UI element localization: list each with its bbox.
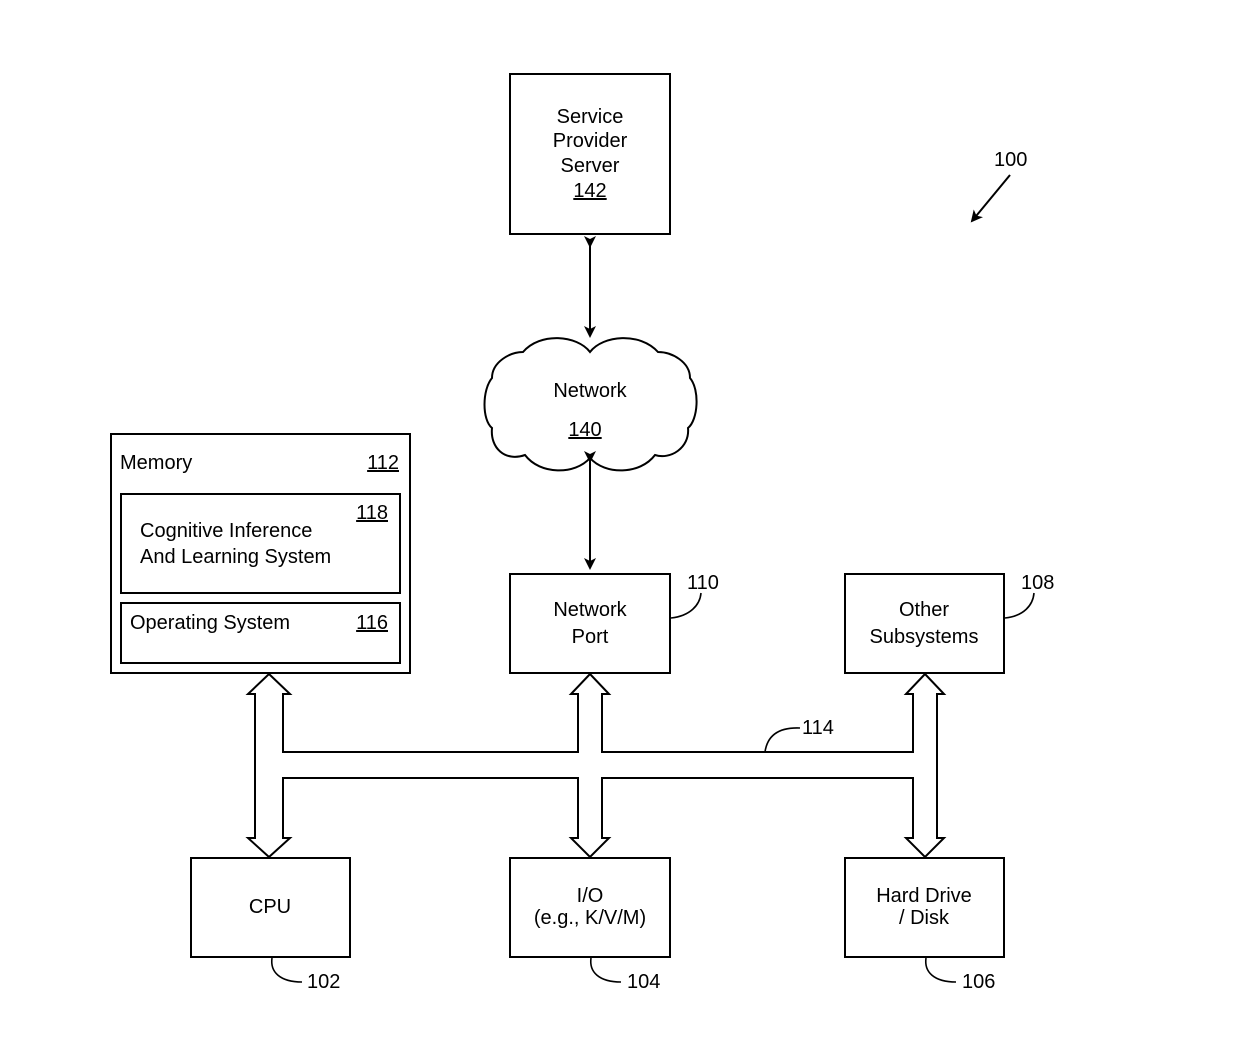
network-ref: 140 xyxy=(568,419,601,441)
other-subsystems-node: Other Subsystems 108 xyxy=(844,572,1054,674)
io-leader xyxy=(590,957,622,983)
memory-ref: 112 xyxy=(367,452,399,474)
operating-system-ref: 116 xyxy=(356,612,388,634)
hard-drive-label-line-2: / Disk xyxy=(899,907,950,929)
cpu-leader xyxy=(271,957,303,983)
cpu-ref: 102 xyxy=(307,971,340,993)
system-diagram: 100 Service Provider Server 142 Network … xyxy=(110,73,1054,993)
other-subsystems-box xyxy=(844,573,1005,674)
network-port-label-line-2: Port xyxy=(572,626,609,648)
service-provider-server-node: Service Provider Server 142 xyxy=(509,73,671,235)
network-port-ref: 110 xyxy=(687,572,719,594)
network-cloud-shape xyxy=(483,337,698,472)
hard-drive-node: Hard Drive / Disk 106 xyxy=(844,857,1005,993)
network-node: Network 140 xyxy=(483,337,698,472)
server-label-line-2: Provider xyxy=(553,130,628,152)
io-node: I/O (e.g., K/V/M) 104 xyxy=(509,857,671,993)
hard-drive-leader xyxy=(925,957,957,983)
cpu-label: CPU xyxy=(249,896,291,918)
figure-ref-label: 100 xyxy=(994,149,1027,171)
io-label-line-1: I/O xyxy=(577,885,604,907)
other-subsystems-label-line-1: Other xyxy=(899,599,949,621)
operating-system-label: Operating System xyxy=(130,612,290,634)
hard-drive-ref: 106 xyxy=(962,971,995,993)
io-label-line-2: (e.g., K/V/M) xyxy=(534,907,646,929)
server-label-line-1: Service xyxy=(557,106,624,128)
memory-node: Memory 112 118 Cognitive Inference And L… xyxy=(110,433,411,674)
figure-ref-100: 100 xyxy=(970,149,1027,223)
network-port-node: Network Port 110 xyxy=(509,572,719,674)
cpu-node: CPU 102 xyxy=(190,857,351,993)
other-subsystems-label-line-2: Subsystems xyxy=(870,626,979,648)
io-ref: 104 xyxy=(627,971,660,993)
bus-leader xyxy=(764,727,801,753)
server-ref: 142 xyxy=(573,180,606,202)
network-port-box xyxy=(509,573,671,674)
network-label: Network xyxy=(553,380,627,402)
figure-ref-arrow xyxy=(970,174,1011,223)
service-provider-server-box xyxy=(509,73,671,235)
network-port-leader xyxy=(670,592,702,619)
other-subsystems-leader xyxy=(1004,592,1035,619)
server-label-line-3: Server xyxy=(561,155,620,177)
network-port-label-line-1: Network xyxy=(553,599,627,621)
system-bus: 114 xyxy=(245,672,947,859)
cognitive-system-label-line-2: And Learning System xyxy=(140,546,331,568)
cognitive-system-ref: 118 xyxy=(356,502,388,524)
cognitive-system-label-line-1: Cognitive Inference xyxy=(140,520,312,542)
other-subsystems-ref: 108 xyxy=(1021,572,1054,594)
bus-ref: 114 xyxy=(802,717,834,739)
bus-outline xyxy=(245,672,947,859)
hard-drive-label-line-1: Hard Drive xyxy=(876,885,972,907)
memory-label: Memory xyxy=(120,452,192,474)
